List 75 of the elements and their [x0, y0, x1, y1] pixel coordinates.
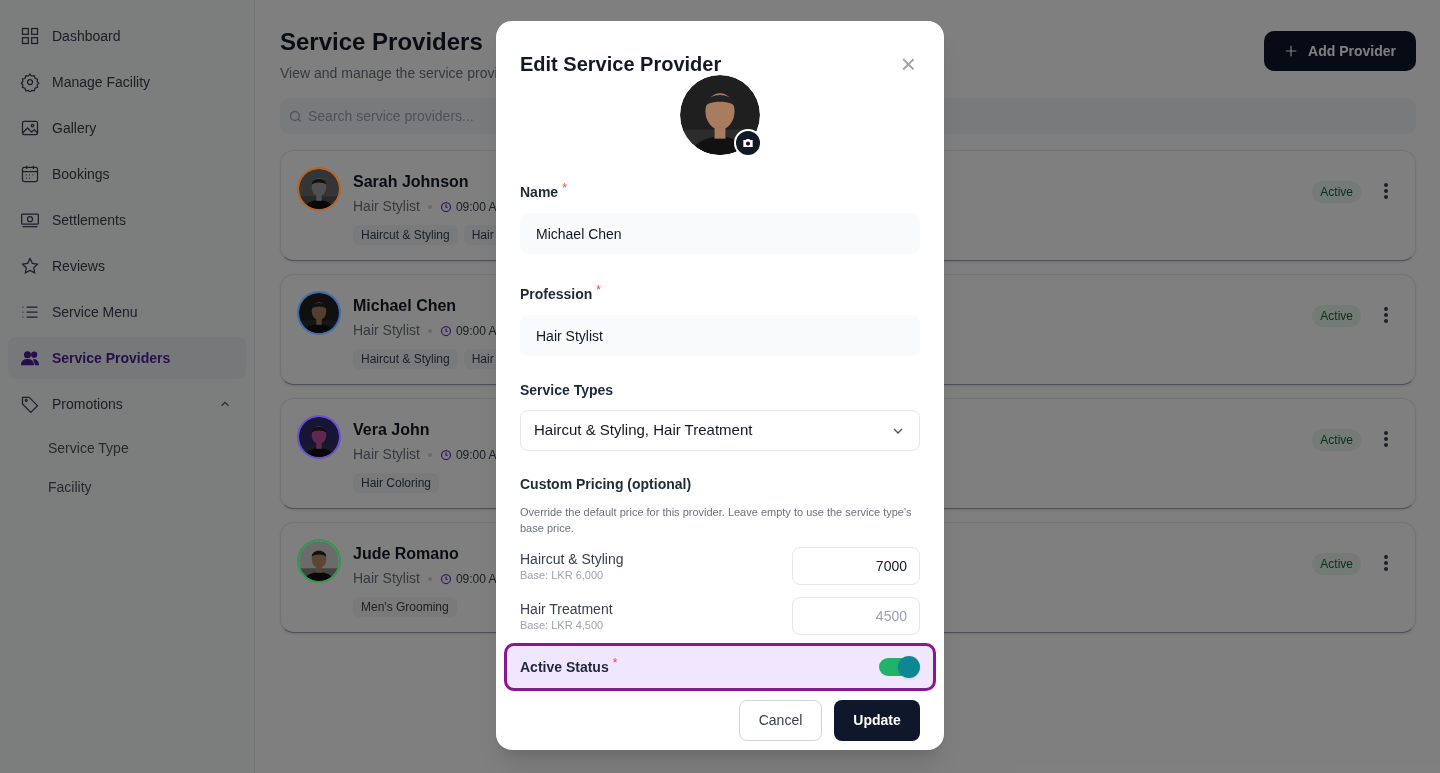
provider-hours: 09:00 A: [455, 446, 497, 464]
clock-icon: [439, 200, 452, 213]
clock-icon: [439, 448, 452, 461]
add-provider-button[interactable]: Add Provider: [1264, 31, 1416, 71]
page-title: Service Providers: [280, 27, 484, 57]
sidebar-item[interactable]: Manage Facility: [8, 61, 246, 103]
sidebar-item[interactable]: Service Providers: [8, 337, 246, 379]
required-mark: *: [562, 182, 567, 194]
sidebar-item[interactable]: Bookings: [8, 153, 246, 195]
service-name: Haircut & Styling: [520, 550, 624, 568]
provider-profession: Hair Stylist: [353, 445, 420, 464]
field-label: Profession: [520, 285, 593, 304]
gear-icon: [20, 72, 40, 92]
toggle-switch[interactable]: [879, 658, 919, 676]
service-tag: Haircut & Styling: [353, 349, 458, 369]
more-icon[interactable]: [1383, 554, 1389, 572]
camera-icon: [741, 136, 755, 150]
provider-name: Michael Chen: [353, 296, 457, 316]
search-icon: [288, 109, 303, 124]
provider-profession: Hair Stylist: [353, 321, 420, 340]
price-field[interactable]: 4500: [792, 597, 920, 635]
field-label: Name: [520, 183, 559, 202]
profession-field[interactable]: Hair Stylist: [520, 315, 920, 356]
base-price: Base: LKR 4,500: [520, 618, 605, 632]
image-icon: [20, 118, 40, 138]
calendar-icon: [20, 164, 40, 184]
provider-name: Jude Romano: [353, 544, 459, 564]
base-price: Base: LKR 6,000: [520, 568, 605, 582]
sidebar-item[interactable]: Reviews: [8, 245, 246, 287]
more-icon[interactable]: [1383, 306, 1389, 324]
camera-button[interactable]: [734, 129, 762, 157]
more-icon[interactable]: [1383, 182, 1389, 200]
sidebar-item[interactable]: Gallery: [8, 107, 246, 149]
status-badge: Active: [1312, 305, 1361, 327]
provider-name: Sarah Johnson: [353, 172, 469, 192]
price-field[interactable]: 7000: [792, 547, 920, 585]
service-tag: Haircut & Styling: [353, 225, 458, 245]
clock-icon: [439, 572, 452, 585]
status-badge: Active: [1312, 429, 1361, 451]
provider-name: Vera John: [353, 420, 430, 440]
field-label: Service Types: [520, 381, 614, 400]
dialog-title: Edit Service Provider: [520, 52, 722, 77]
provider-hours: 09:00 A: [455, 198, 497, 216]
sidebar-subitem[interactable]: Facility: [8, 468, 246, 506]
pricing-description: Override the default price for this provider. Leave empty to use the service type's base price.: [520, 505, 913, 536]
provider-profession: Hair Stylist: [353, 197, 420, 216]
cancel-button[interactable]: Cancel: [739, 700, 822, 741]
name-field[interactable]: Michael Chen: [520, 213, 920, 254]
required-mark: *: [596, 284, 602, 296]
close-button[interactable]: ×: [900, 51, 916, 77]
tag-icon: [20, 394, 40, 414]
sidebar-item[interactable]: Dashboard: [8, 15, 246, 57]
people-icon: [20, 348, 40, 368]
clock-icon: [439, 324, 452, 337]
sidebar-item[interactable]: Settlements: [8, 199, 246, 241]
sidebar-subitem[interactable]: Service Type: [8, 429, 246, 467]
provider-hours: 09:00 A: [455, 570, 497, 588]
grid-icon: [20, 26, 40, 46]
required-mark: *: [612, 656, 618, 669]
service-tag: Hair Coloring: [353, 473, 440, 493]
service-tag: Men's Grooming: [353, 597, 457, 617]
status-badge: Active: [1312, 553, 1361, 575]
provider-hours: 09:00 A: [455, 322, 497, 340]
service-types-dropdown[interactable]: Haircut & Styling, Hair Treatment: [520, 410, 920, 451]
more-icon[interactable]: [1383, 430, 1389, 448]
status-badge: Active: [1312, 181, 1361, 203]
plus-icon: [1284, 44, 1299, 58]
provider-profession: Hair Stylist: [353, 569, 420, 588]
sidebar-item[interactable]: Promotions: [8, 383, 246, 425]
update-button[interactable]: Update: [834, 700, 920, 741]
service-name: Hair Treatment: [520, 600, 613, 618]
star-icon: [20, 256, 40, 276]
field-label: Active Status: [520, 657, 609, 677]
section-title: Custom Pricing (optional): [520, 475, 693, 494]
sidebar-item[interactable]: Service Menu: [8, 291, 246, 333]
